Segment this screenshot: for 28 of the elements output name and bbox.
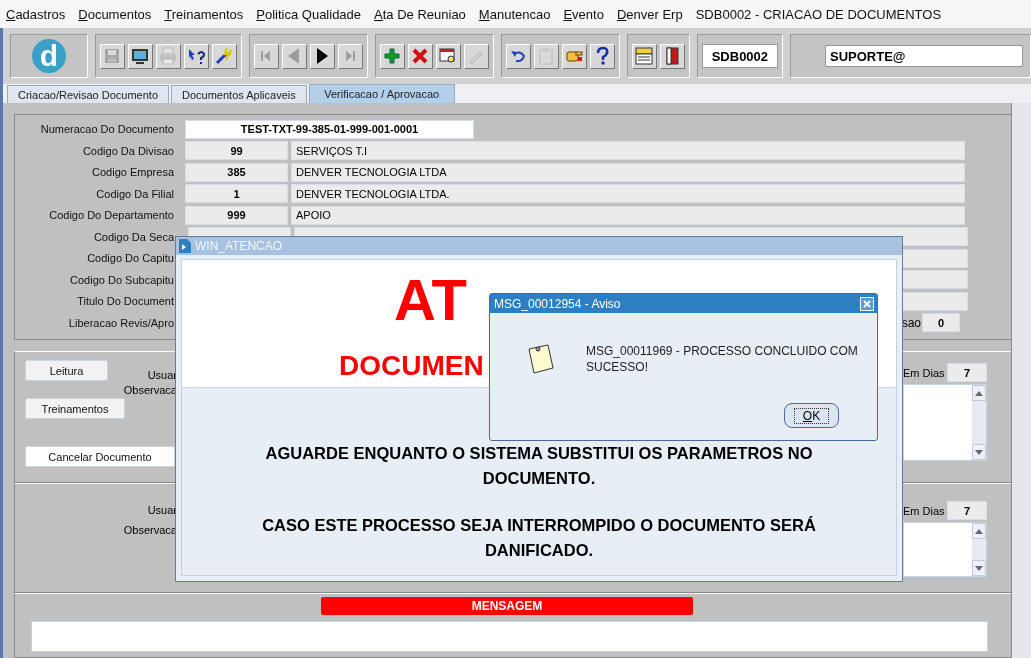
field-label: Liberacao Revis/Apro <box>67 316 175 329</box>
field-label: Codigo Da Filial <box>95 187 175 200</box>
user-field: SUPORTE@ <box>825 45 1023 67</box>
dialog-title: MSG_00012954 - Aviso <box>494 296 621 311</box>
field-label: Em Dias <box>903 504 945 517</box>
document-heading: DOCUMEN <box>339 350 484 382</box>
form-title: SDB0002 - CRIACAO DE DOCUMENTOS <box>695 6 942 22</box>
logo: d <box>31 39 66 73</box>
warning-text: CASO ESTE PROCESSO SEJA INTERROMPIDO O DOCUMENTO SERÁ DANIFICADO. <box>261 515 817 561</box>
field-label: Codigo Do Departamento <box>48 209 175 222</box>
field-label: Usuar <box>147 504 177 517</box>
field-label: Codigo Do Subcapitu <box>69 273 175 286</box>
field-label: Codigo Empresa <box>91 166 175 179</box>
field-label: Em Dias <box>903 366 945 379</box>
attention-heading: AT <box>394 266 467 333</box>
field-label: Observaca <box>123 384 177 396</box>
field-label: Codigo Da Seca <box>92 230 175 243</box>
field-label: Observaca <box>123 524 177 537</box>
field-label: Numeracao Do Documento <box>39 123 175 136</box>
field-label: Codigo Da Divisao <box>81 144 175 157</box>
window-title: WIN_ATENCAO <box>195 239 283 253</box>
field-label: Titulo Do Document <box>76 295 175 308</box>
field-label: Codigo Do Capitu <box>86 252 175 265</box>
form-code: SDB0002 <box>701 44 778 68</box>
message-header: MENSAGEM <box>321 597 693 616</box>
alert-message: MSG_00011969 - PROCESSO CONCLUIDO COM SUCESSO! <box>586 343 859 375</box>
warning-text: AGUARDE ENQUANTO O SISTEMA SUBSTITUI OS PARAMETROS NO DOCUMENTO. <box>264 443 814 489</box>
field-label: Usuar <box>147 369 177 381</box>
